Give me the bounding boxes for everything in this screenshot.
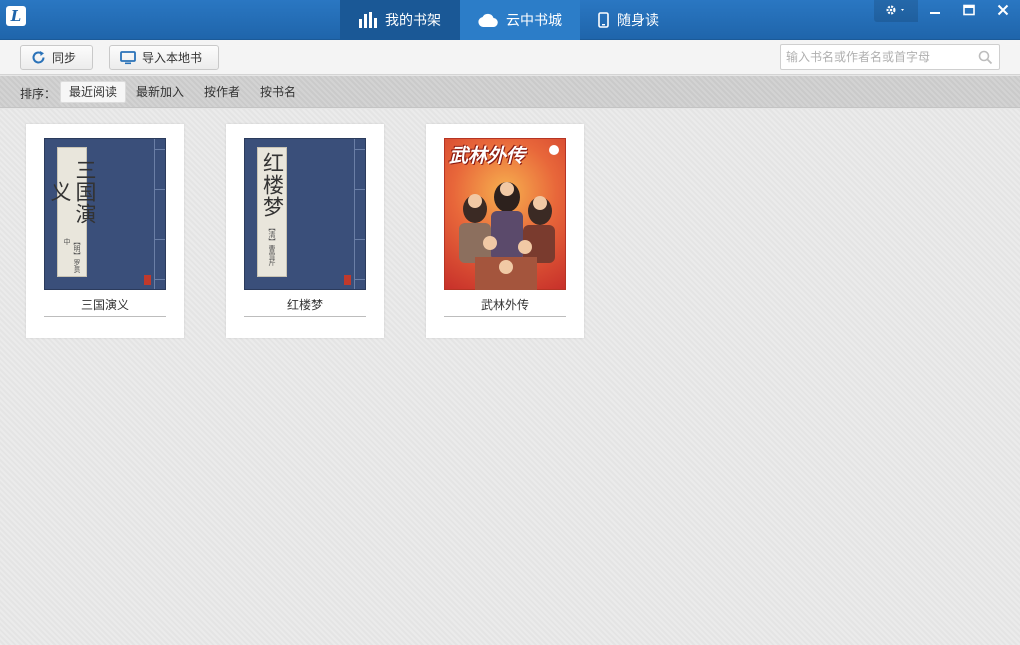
divider (244, 316, 366, 317)
maximize-icon (963, 4, 975, 19)
sync-label: 同步 (52, 51, 77, 65)
monitor-icon (120, 50, 136, 65)
tab-label: 随身读 (617, 13, 659, 29)
book-title[interactable]: 武林外传 (444, 296, 566, 313)
cloud-icon (478, 13, 498, 27)
sort-by-title[interactable]: 按书名 (252, 81, 304, 103)
sort-by-author[interactable]: 按作者 (196, 81, 248, 103)
book-card[interactable]: 武林外传 武林外传 (426, 124, 584, 338)
import-local-book-button[interactable]: 导入本地书 (109, 45, 219, 70)
bookshelf: 三国演义 【明】罗贯中 三国演义 红楼梦 【清】曹雪芹 红楼梦 武林外传 武林外… (0, 109, 1020, 645)
poster-cover-art: 武林外传 (444, 138, 566, 290)
divider (444, 316, 566, 317)
cover-stitch (355, 279, 365, 280)
sort-bar: 排序： 最近阅读 最新加入 按作者 按书名 (0, 76, 1020, 108)
seal-mark (144, 275, 151, 285)
cover-author: 【明】罗贯中 (63, 237, 81, 273)
book-card[interactable]: 红楼梦 【清】曹雪芹 红楼梦 (226, 124, 384, 338)
bar-chart-icon (359, 12, 377, 28)
toolbar: 同步 导入本地书 (0, 40, 1020, 75)
maximize-button[interactable] (952, 0, 986, 22)
cover-stitch (355, 149, 365, 150)
divider (44, 316, 166, 317)
gear-icon (885, 4, 907, 19)
phone-icon (598, 12, 609, 28)
classic-cover-art: 红楼梦 【清】曹雪芹 (244, 138, 366, 290)
cover-stitch (155, 189, 165, 190)
classic-cover-art: 三国演义 【明】罗贯中 (44, 138, 166, 290)
search-input[interactable] (781, 45, 971, 69)
cover-title: 武林外传 (449, 145, 526, 167)
cover-title: 红楼梦 (260, 152, 285, 218)
refresh-icon (31, 50, 46, 65)
book-cover[interactable]: 三国演义 【明】罗贯中 (44, 138, 166, 290)
sync-button[interactable]: 同步 (20, 45, 93, 70)
search-icon[interactable] (978, 50, 993, 68)
cover-label-slip: 红楼梦 【清】曹雪芹 (257, 147, 287, 277)
book-title[interactable]: 红楼梦 (244, 296, 366, 313)
settings-button[interactable] (874, 0, 918, 22)
cover-label-slip: 三国演义 【明】罗贯中 (48, 147, 97, 277)
cover-stitch (155, 149, 165, 150)
cover-stitch (155, 279, 165, 280)
close-button[interactable] (986, 0, 1020, 22)
close-icon (997, 4, 1009, 19)
window-controls (874, 0, 1020, 22)
tab-cloud-bookstore[interactable]: 云中书城 (460, 0, 580, 40)
cover-stitch (155, 239, 165, 240)
cover-title: 三国演义 (48, 158, 97, 225)
import-label: 导入本地书 (142, 51, 203, 65)
main-nav: 我的书架 云中书城 随身读 (340, 0, 677, 40)
cover-stitch (355, 239, 365, 240)
search-box (780, 44, 1000, 70)
title-bar: L 我的书架 云中书城 随身读 (0, 0, 1020, 40)
book-card[interactable]: 三国演义 【明】罗贯中 三国演义 (26, 124, 184, 338)
minimize-button[interactable] (918, 0, 952, 22)
seal-mark (344, 275, 351, 285)
tab-my-bookshelf[interactable]: 我的书架 (340, 0, 460, 40)
book-cover[interactable]: 武林外传 (444, 138, 566, 290)
sort-newest-added[interactable]: 最新加入 (128, 81, 192, 103)
sort-label: 排序： (20, 87, 57, 101)
tab-label: 我的书架 (385, 13, 441, 29)
cover-author: 【清】曹雪芹 (268, 224, 276, 266)
tab-label: 云中书城 (506, 13, 562, 29)
minimize-icon (929, 4, 941, 19)
book-title[interactable]: 三国演义 (44, 296, 166, 313)
cover-stitch (355, 189, 365, 190)
app-logo: L (6, 6, 26, 26)
badge-icon (549, 145, 559, 155)
tab-portable-read[interactable]: 随身读 (580, 0, 677, 40)
book-cover[interactable]: 红楼梦 【清】曹雪芹 (244, 138, 366, 290)
sort-recent-read[interactable]: 最近阅读 (60, 81, 127, 103)
